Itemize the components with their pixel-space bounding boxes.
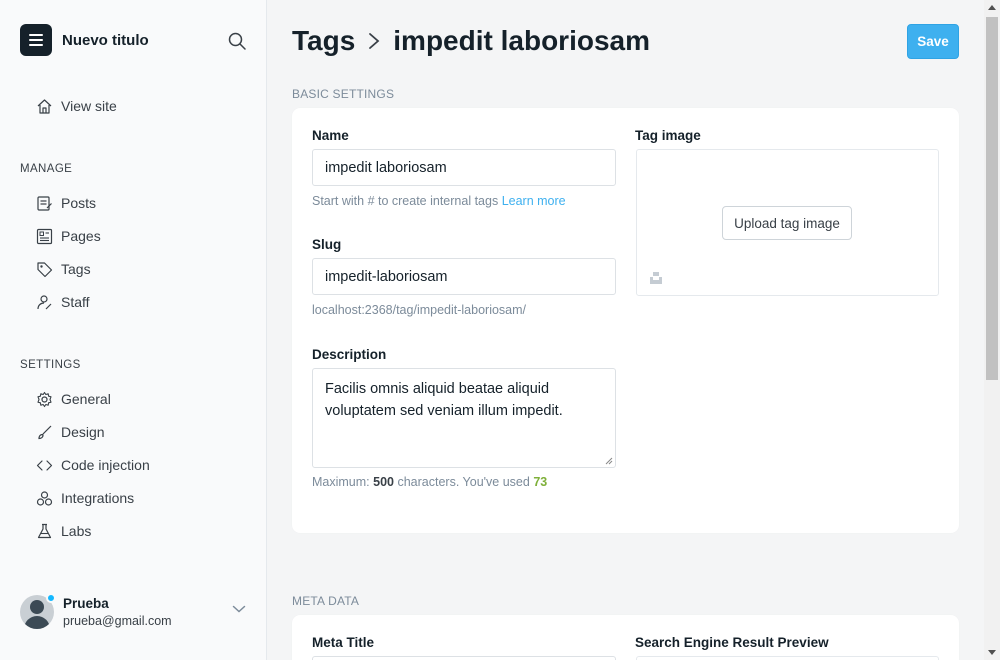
manage-section-label: MANAGE xyxy=(20,163,73,175)
brand[interactable]: Nuevo titulo xyxy=(20,24,149,56)
nav-posts[interactable]: Posts xyxy=(36,192,96,214)
character-count: Maximum: 500 characters. You've used 73 xyxy=(312,475,547,489)
chevron-down-icon[interactable] xyxy=(232,604,246,614)
settings-section-label: SETTINGS xyxy=(20,359,81,371)
name-hint-text: Start with # to create internal tags xyxy=(312,194,499,208)
flask-icon xyxy=(37,523,52,538)
search-preview-label: Search Engine Result Preview xyxy=(635,635,829,650)
search-preview-box xyxy=(636,656,939,660)
tag-image-label: Tag image xyxy=(635,128,701,143)
posts-icon xyxy=(37,195,52,211)
nav-view-site-label: View site xyxy=(61,98,117,114)
breadcrumb-tags-link[interactable]: Tags xyxy=(292,25,355,57)
breadcrumb: Tags impedit laboriosam xyxy=(292,25,650,57)
status-dot xyxy=(46,593,56,603)
nav-tags-label: Tags xyxy=(61,261,91,277)
meta-title-input[interactable] xyxy=(312,656,616,660)
learn-more-link[interactable]: Learn more xyxy=(502,194,566,208)
nav-labs[interactable]: Labs xyxy=(36,520,91,542)
search-icon[interactable] xyxy=(228,32,246,50)
sidebar: Nuevo titulo View site MANAGE Posts Page… xyxy=(0,0,267,660)
home-icon xyxy=(37,98,52,114)
tag-image-dropzone[interactable]: Upload tag image xyxy=(636,149,939,296)
unsplash-icon[interactable] xyxy=(649,271,663,285)
nav-staff-label: Staff xyxy=(61,294,90,310)
name-label: Name xyxy=(312,128,349,143)
staff-icon xyxy=(37,294,52,309)
meta-data-label: META DATA xyxy=(292,594,360,608)
user-name: Prueba xyxy=(63,596,109,611)
brand-logo-icon xyxy=(20,24,52,56)
main-content: Tags impedit laboriosam Save BASIC SETTI… xyxy=(268,0,984,660)
slug-label: Slug xyxy=(312,237,342,252)
integrations-icon xyxy=(36,490,53,506)
save-button[interactable]: Save xyxy=(907,24,959,59)
scrollbar[interactable] xyxy=(984,0,1000,660)
nav-design[interactable]: Design xyxy=(36,421,105,443)
nav-code-injection-label: Code injection xyxy=(61,457,150,473)
meta-title-label: Meta Title xyxy=(312,635,375,650)
page-title: impedit laboriosam xyxy=(393,25,650,56)
max-value: 500 xyxy=(373,475,394,489)
max-middle: characters. You've used xyxy=(397,475,530,489)
scroll-down-arrow-icon[interactable] xyxy=(988,650,996,655)
description-text: Facilis omnis aliquid beatae aliquid vol… xyxy=(325,381,563,419)
nav-pages[interactable]: Pages xyxy=(36,225,101,247)
scroll-thumb[interactable] xyxy=(986,17,998,380)
user-email: prueba@gmail.com xyxy=(63,614,172,628)
nav-design-label: Design xyxy=(61,424,105,440)
chevron-right-icon xyxy=(369,33,380,49)
brush-icon xyxy=(38,425,52,439)
basic-settings-label: BASIC SETTINGS xyxy=(292,87,395,101)
code-icon xyxy=(36,459,53,471)
nav-staff[interactable]: Staff xyxy=(36,291,90,313)
pages-icon xyxy=(36,228,53,244)
max-prefix: Maximum: xyxy=(312,475,370,489)
meta-data-card: Meta Title Search Engine Result Preview xyxy=(292,615,959,660)
nav-integrations[interactable]: Integrations xyxy=(36,487,134,509)
nav-labs-label: Labs xyxy=(61,523,92,539)
name-hint: Start with # to create internal tags Lea… xyxy=(312,194,566,208)
nav-posts-label: Posts xyxy=(61,195,97,211)
resize-handle-icon[interactable] xyxy=(605,457,613,465)
brand-title: Nuevo titulo xyxy=(62,31,149,49)
description-textarea[interactable]: Facilis omnis aliquid beatae aliquid vol… xyxy=(312,368,616,468)
user-menu[interactable]: Prueba prueba@gmail.com xyxy=(20,592,250,632)
slug-url: localhost:2368/tag/impedit-laboriosam/ xyxy=(312,303,527,317)
name-input[interactable]: impedit laboriosam xyxy=(312,149,616,186)
basic-settings-card: Name impedit laboriosam Start with # to … xyxy=(292,108,959,533)
nav-integrations-label: Integrations xyxy=(61,490,135,506)
slug-input[interactable]: impedit-laboriosam xyxy=(312,258,616,295)
tag-icon xyxy=(37,261,53,277)
nav-general-label: General xyxy=(61,391,111,407)
upload-tag-image-button[interactable]: Upload tag image xyxy=(722,206,852,240)
nav-code-injection[interactable]: Code injection xyxy=(36,454,150,476)
gear-icon xyxy=(37,391,52,407)
used-count: 73 xyxy=(533,475,548,489)
nav-view-site[interactable]: View site xyxy=(36,95,117,117)
nav-general[interactable]: General xyxy=(36,388,111,410)
nav-pages-label: Pages xyxy=(61,228,101,244)
nav-tags[interactable]: Tags xyxy=(36,258,91,280)
scroll-up-arrow-icon[interactable] xyxy=(988,5,996,10)
description-label: Description xyxy=(312,347,387,362)
